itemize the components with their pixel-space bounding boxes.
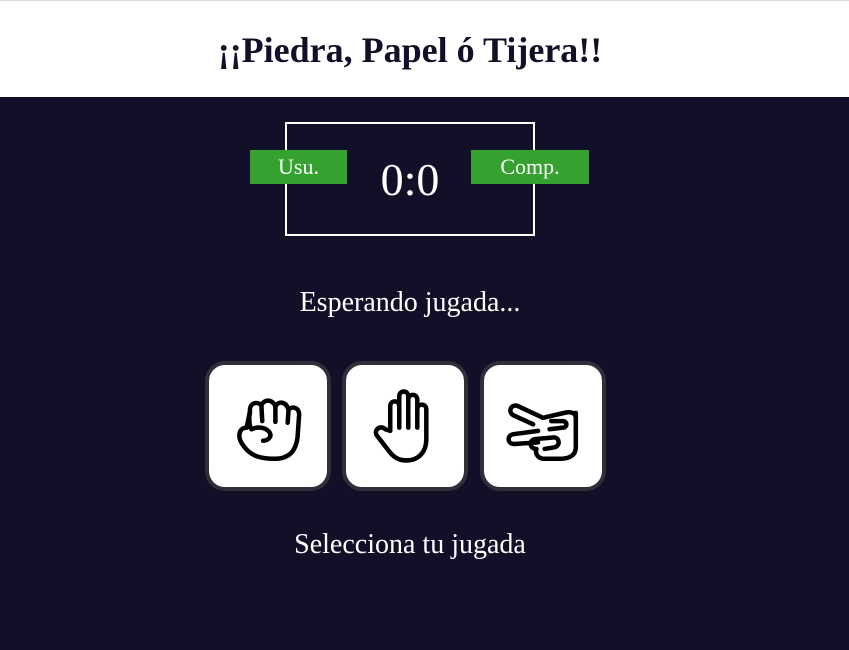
computer-score-label: Comp. <box>471 150 589 184</box>
game-status-message: Esperando jugada... <box>299 287 521 318</box>
paper-hand-icon <box>373 389 429 463</box>
scissors-button[interactable] <box>480 361 606 491</box>
paper-button[interactable] <box>342 361 468 491</box>
rock-fist-icon <box>237 398 302 462</box>
header: ¡¡Piedra, Papel ó Tijera!! <box>0 1 849 97</box>
user-score-label: Usu. <box>250 150 347 184</box>
scissors-hand-icon <box>506 403 579 462</box>
rock-button[interactable] <box>205 361 331 491</box>
page-title: ¡¡Piedra, Papel ó Tijera!! <box>217 30 603 70</box>
instruction-text: Selecciona tu jugada <box>294 529 526 560</box>
